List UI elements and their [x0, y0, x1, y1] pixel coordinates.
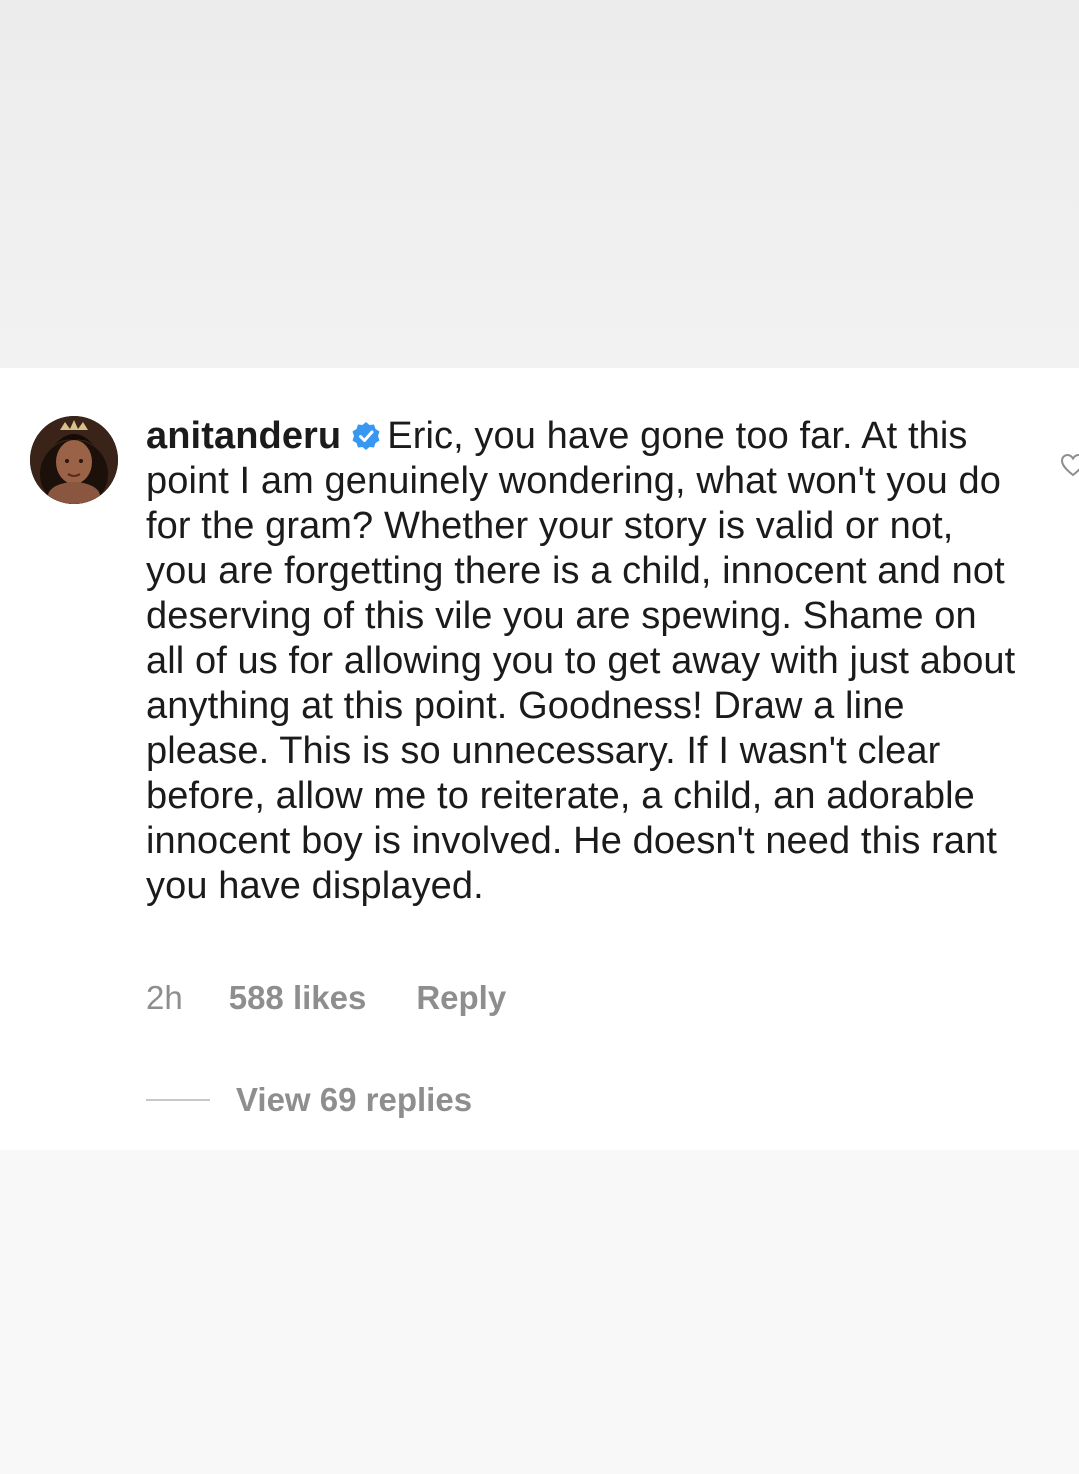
- top-blank-area: [0, 0, 1079, 368]
- comment-text: Eric, you have gone too far. At this poi…: [146, 415, 1016, 907]
- comment-card: anitanderu Eric, you have gone too far. …: [0, 368, 1079, 1150]
- bottom-blank-area: [0, 1150, 1079, 1474]
- reply-button[interactable]: Reply: [416, 978, 506, 1018]
- likes-count-button[interactable]: 588 likes: [229, 978, 367, 1018]
- comment-timestamp: 2h: [146, 979, 183, 1016]
- username-link[interactable]: anitanderu: [146, 415, 341, 457]
- comment-meta-row: 2h 588 likes Reply: [146, 978, 506, 1018]
- comment-body: anitanderu Eric, you have gone too far. …: [146, 414, 1016, 909]
- avatar-image: [30, 416, 118, 504]
- heart-icon[interactable]: [1060, 452, 1079, 478]
- avatar[interactable]: [30, 416, 118, 504]
- view-replies-button[interactable]: View 69 replies: [236, 1080, 472, 1120]
- verified-badge-icon: [351, 417, 381, 450]
- replies-divider-line: [146, 1099, 210, 1101]
- view-replies-row[interactable]: View 69 replies: [146, 1080, 472, 1120]
